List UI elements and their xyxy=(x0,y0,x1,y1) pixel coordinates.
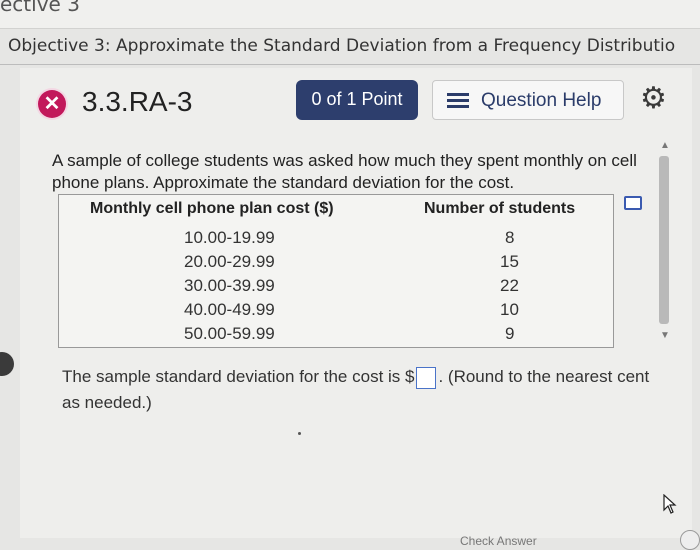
objective-title: Objective 3: Approximate the Standard De… xyxy=(8,36,676,56)
table-cell-count: 22 xyxy=(500,276,519,295)
scrollbar-thumb[interactable] xyxy=(659,156,669,324)
answer-text-before: The sample standard deviation for the co… xyxy=(62,367,415,386)
copy-table-icon[interactable] xyxy=(624,196,642,210)
x-circle-icon: ✕ xyxy=(38,90,66,118)
question-help-label: Question Help xyxy=(481,90,602,111)
table-cell-cost: 10.00-19.99 xyxy=(184,228,275,247)
stray-dot xyxy=(298,432,301,435)
help-circle-icon[interactable] xyxy=(680,530,700,550)
divider xyxy=(0,64,700,65)
side-marker xyxy=(0,352,14,376)
table-cell-cost: 40.00-49.99 xyxy=(184,300,275,319)
top-strip: ective 3 xyxy=(0,0,700,29)
answer-input[interactable] xyxy=(416,366,437,389)
scroll-down-arrow[interactable]: ▼ xyxy=(660,330,670,341)
objective-fragment: ective 3 xyxy=(0,0,80,16)
cursor-icon xyxy=(663,494,677,514)
table-cell-cost: 20.00-29.99 xyxy=(184,252,275,271)
question-id: 3.3.RA-3 xyxy=(82,86,193,117)
gear-icon[interactable]: ⚙ xyxy=(640,84,667,114)
check-answer-button[interactable]: Check Answer xyxy=(460,534,537,548)
column-header-students: Number of students xyxy=(424,200,576,217)
question-help-button[interactable]: Question Help xyxy=(432,80,624,120)
table-cell-count: 8 xyxy=(505,228,515,247)
answer-line: The sample standard deviation for the co… xyxy=(62,364,662,416)
table-cell-cost: 50.00-59.99 xyxy=(184,324,275,343)
list-icon xyxy=(447,93,469,109)
table-cell-cost: 30.00-39.99 xyxy=(184,276,275,295)
question-prompt: A sample of college students was asked h… xyxy=(52,151,637,192)
table-cell-count: 10 xyxy=(500,300,519,319)
table-cell-count: 15 xyxy=(500,252,519,271)
column-header-cost: Monthly cell phone plan cost ($) xyxy=(90,200,334,217)
points-badge: 0 of 1 Point xyxy=(296,80,418,120)
table-cell-count: 9 xyxy=(505,324,515,343)
scroll-up-arrow[interactable]: ▲ xyxy=(660,140,670,151)
